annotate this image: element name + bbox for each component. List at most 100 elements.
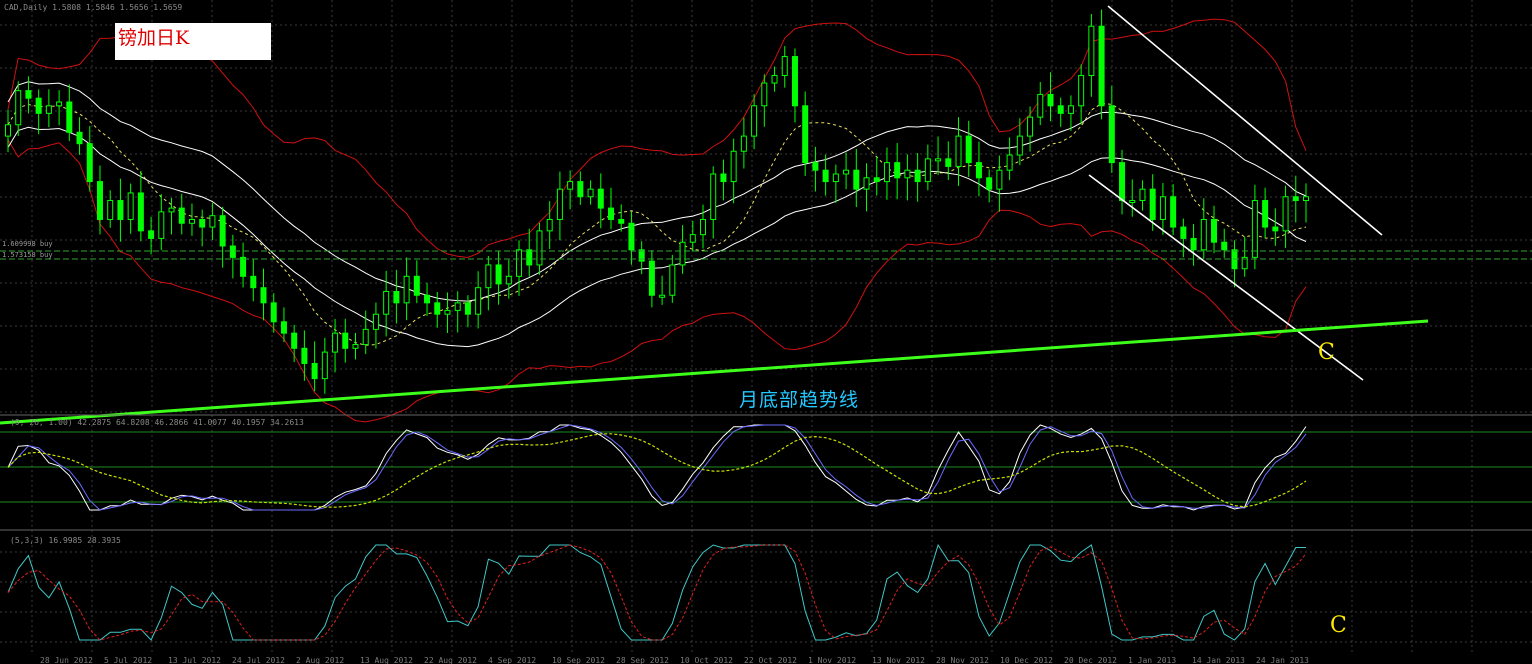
candle-body — [761, 82, 768, 107]
candle-body — [1211, 218, 1218, 243]
candle-body — [740, 135, 747, 152]
x-axis-tick-label: 24 Jul 2012 — [232, 656, 285, 664]
candle-body — [556, 188, 563, 220]
candle-body — [464, 302, 471, 315]
candle-body — [1108, 105, 1115, 164]
candle-body — [1170, 196, 1177, 228]
x-axis-tick-label: 1 Jan 2013 — [1128, 656, 1176, 664]
candle-body — [76, 131, 83, 145]
candle-body — [945, 158, 952, 167]
candle-body — [802, 105, 809, 164]
candle-body — [924, 158, 931, 183]
candle-body — [546, 218, 553, 232]
candle-body — [914, 169, 921, 183]
candle-body — [730, 150, 737, 183]
candle-body — [863, 177, 870, 190]
x-axis-tick-label: 14 Jan 2013 — [1192, 656, 1245, 664]
candle-body — [117, 200, 124, 220]
candle-body — [301, 347, 308, 364]
candle-body — [781, 56, 788, 76]
candle-body — [894, 162, 901, 179]
wave-label-main: C — [1318, 340, 1335, 365]
candle-body — [495, 264, 502, 285]
candle-body — [1221, 241, 1228, 251]
candle-body — [35, 97, 42, 114]
candle-body — [1006, 154, 1013, 171]
candle-body — [424, 294, 431, 304]
x-axis-tick-label: 10 Dec 2012 — [1000, 656, 1053, 664]
x-axis-tick-label: 10 Oct 2012 — [680, 656, 733, 664]
candle-body — [812, 162, 819, 171]
candle-body — [291, 332, 298, 349]
candle-body — [710, 173, 717, 220]
candle-body — [229, 245, 236, 258]
candle-body — [996, 169, 1003, 190]
candle-body — [689, 234, 696, 243]
forex-chart: 28 Jun 2012 5 Jul 2012 13 Jul 2012 24 Jul 2… — [0, 0, 1532, 664]
candle-body — [434, 302, 441, 315]
candle-body — [1303, 196, 1309, 202]
candle-body — [526, 249, 533, 266]
candle-body — [1251, 200, 1258, 258]
candle-body — [1047, 93, 1054, 107]
candle-body — [771, 74, 778, 84]
chart-label-box: 镑加日K — [115, 23, 271, 60]
candle-body — [1272, 226, 1279, 232]
x-axis-tick-label: 13 Aug 2012 — [360, 656, 413, 664]
trendline-label: 月底部趋势线 — [739, 389, 860, 411]
candle-body — [86, 143, 93, 183]
chart-title-bar: CAD,Daily 1.5808 1.5846 1.5656 1.5659 — [4, 3, 183, 12]
candle-body — [403, 275, 410, 304]
candle-body — [904, 169, 911, 179]
candle-body — [505, 275, 512, 285]
candle-body — [975, 162, 982, 179]
x-axis-tick-label: 10 Sep 2012 — [552, 656, 605, 664]
candle-body — [45, 105, 52, 114]
candle-body — [843, 169, 850, 175]
candle-body — [127, 192, 134, 220]
candle-body — [567, 181, 574, 190]
candle-body — [219, 215, 226, 247]
candle-body — [372, 313, 379, 330]
candle-body — [791, 56, 798, 107]
x-axis-tick-label: 13 Jul 2012 — [168, 656, 221, 664]
candle-body — [577, 181, 584, 198]
candle-body — [1067, 105, 1074, 114]
candle-body — [822, 169, 829, 183]
candle-body — [1159, 196, 1166, 220]
x-axis-tick-label: 24 Jan 2013 — [1256, 656, 1309, 664]
candle-body — [1037, 93, 1044, 118]
candle-body — [321, 351, 328, 380]
candle-body — [250, 275, 257, 289]
candle-body — [270, 302, 277, 323]
candle-body — [853, 169, 860, 190]
candle-body — [5, 124, 11, 137]
candle-body — [1180, 226, 1187, 239]
candle-body — [260, 287, 267, 304]
x-axis-tick-label: 20 Dec 2012 — [1064, 656, 1117, 664]
candle-body — [362, 328, 369, 346]
candle-body — [659, 294, 666, 298]
candle-body — [1129, 200, 1136, 204]
candle-body — [1119, 162, 1126, 202]
candle-body — [107, 200, 114, 220]
candle-body — [25, 90, 32, 99]
candle-body — [1027, 116, 1034, 137]
candle-body — [137, 192, 144, 232]
candle-body — [66, 101, 73, 133]
x-axis-tick-label: 22 Aug 2012 — [424, 656, 477, 664]
candle-body — [383, 290, 390, 315]
x-axis-tick-label: 1 Nov 2012 — [808, 656, 856, 664]
candle-body — [1262, 200, 1269, 228]
candle-body — [618, 218, 625, 224]
price-tag-2: 1.573158 buy — [2, 251, 53, 259]
candle-body — [516, 249, 523, 277]
candle-body — [587, 188, 594, 198]
x-axis-tick-label: 28 Sep 2012 — [616, 656, 669, 664]
candle-body — [1149, 188, 1156, 220]
candle-body — [199, 218, 206, 228]
candle-body — [188, 218, 195, 224]
candle-body — [597, 188, 604, 209]
candle-body — [1292, 196, 1299, 202]
x-axis-tick-label: 4 Sep 2012 — [488, 656, 536, 664]
